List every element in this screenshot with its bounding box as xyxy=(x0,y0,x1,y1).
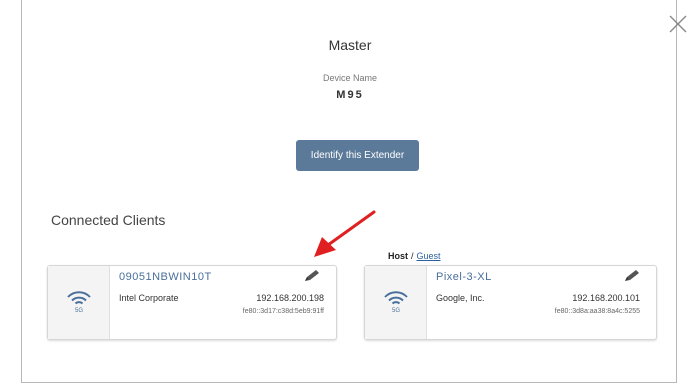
pencil-icon[interactable] xyxy=(303,269,321,283)
client-vendor: Intel Corporate xyxy=(119,293,179,303)
client-ipv6: fe80::3d17:c38d:5eb9:91ff xyxy=(242,308,324,315)
client-name: 09051NBWIN10T xyxy=(119,271,212,283)
filter-separator: / xyxy=(411,251,414,261)
client-card: 5G 09051NBWIN10T Intel Corporate 192.168… xyxy=(47,265,337,340)
band-label: 5G xyxy=(392,308,400,313)
device-name-label: Device Name xyxy=(322,73,378,83)
client-ipv6: fe80::3d8a:aa38:8a4c:5255 xyxy=(554,308,640,315)
client-icon-column: 5G xyxy=(48,266,110,339)
client-ip: 192.168.200.198 xyxy=(256,293,324,303)
identify-extender-button[interactable]: Identify this Extender xyxy=(296,140,419,171)
client-card: 5G Pixel-3-XL Google, Inc. 192.168.200.1… xyxy=(364,265,657,340)
client-icon-column: 5G xyxy=(365,266,427,339)
wifi-5g-icon: 5G xyxy=(384,291,408,313)
guest-tab[interactable]: Guest xyxy=(417,251,441,261)
client-name: Pixel-3-XL xyxy=(436,271,492,283)
wifi-5g-icon: 5G xyxy=(67,291,91,313)
connected-clients-title: Connected Clients xyxy=(51,212,166,228)
band-label: 5G xyxy=(75,308,83,313)
pencil-icon[interactable] xyxy=(623,269,641,283)
dialog-title: Master xyxy=(328,37,372,53)
close-button[interactable] xyxy=(668,14,688,34)
client-ip: 192.168.200.101 xyxy=(572,293,640,303)
close-icon xyxy=(669,15,687,33)
host-guest-filter: Host / Guest xyxy=(388,251,441,261)
device-name-value: M95 xyxy=(336,89,364,101)
host-tab[interactable]: Host xyxy=(388,251,408,261)
client-vendor: Google, Inc. xyxy=(436,293,485,303)
